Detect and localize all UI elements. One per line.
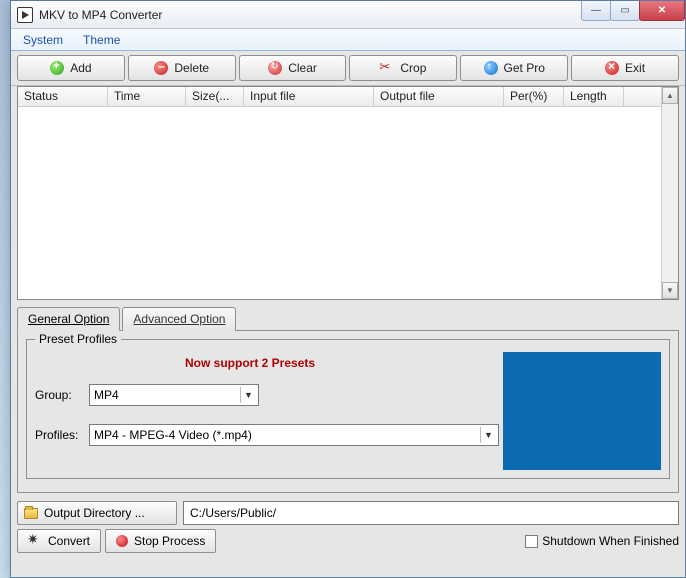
table-header: Status Time Size(... Input file Output f… (18, 87, 678, 107)
output-row: Output Directory ... C:/Users/Public/ (17, 501, 679, 525)
getpro-label: Get Pro (504, 61, 545, 75)
clear-icon (268, 61, 282, 75)
shutdown-checkbox[interactable] (525, 535, 538, 548)
window-title: MKV to MP4 Converter (39, 8, 582, 22)
option-tabs: General Option Advanced Option (17, 306, 679, 331)
menu-system[interactable]: System (13, 31, 73, 49)
output-directory-label: Output Directory ... (44, 506, 145, 520)
col-time[interactable]: Time (108, 87, 186, 106)
scroll-up-icon[interactable]: ▲ (662, 87, 678, 104)
add-label: Add (70, 61, 91, 75)
close-button[interactable]: ✕ (639, 1, 685, 21)
shutdown-label: Shutdown When Finished (542, 534, 679, 548)
output-directory-input[interactable]: C:/Users/Public/ (183, 501, 679, 525)
output-path: C:/Users/Public/ (190, 506, 276, 520)
tab-general[interactable]: General Option (17, 307, 120, 331)
group-select[interactable]: MP4 ▼ (89, 384, 259, 406)
exit-icon (605, 61, 619, 75)
col-status[interactable]: Status (18, 87, 108, 106)
chevron-down-icon: ▼ (480, 427, 496, 443)
preview-panel (503, 352, 661, 470)
add-button[interactable]: Add (17, 55, 125, 81)
preset-legend: Preset Profiles (35, 332, 121, 346)
clear-button[interactable]: Clear (239, 55, 347, 81)
maximize-button[interactable]: ▭ (610, 1, 640, 21)
tab-advanced[interactable]: Advanced Option (122, 307, 236, 331)
convert-button[interactable]: Convert (17, 529, 101, 553)
general-panel: Preset Profiles Now support 2 Presets Gr… (17, 331, 679, 493)
output-directory-button[interactable]: Output Directory ... (17, 501, 177, 525)
add-icon (50, 61, 64, 75)
toolbar: Add Delete Clear Crop Get Pro Exit (11, 51, 685, 86)
delete-icon (154, 61, 168, 75)
table-body[interactable] (18, 107, 678, 299)
scroll-down-icon[interactable]: ▼ (662, 282, 678, 299)
col-input[interactable]: Input file (244, 87, 374, 106)
minimize-button[interactable]: — (581, 1, 611, 21)
getpro-button[interactable]: Get Pro (460, 55, 568, 81)
preset-groupbox: Preset Profiles Now support 2 Presets Gr… (26, 339, 670, 479)
exit-button[interactable]: Exit (571, 55, 679, 81)
getpro-icon (484, 61, 498, 75)
action-row: Convert Stop Process Shutdown When Finis… (17, 529, 679, 553)
group-value: MP4 (94, 388, 119, 402)
exit-label: Exit (625, 61, 645, 75)
folder-icon (24, 508, 38, 519)
group-label: Group: (35, 388, 87, 402)
chevron-down-icon: ▼ (240, 387, 256, 403)
convert-icon (28, 534, 42, 548)
app-icon (17, 7, 33, 23)
col-output[interactable]: Output file (374, 87, 504, 106)
stop-label: Stop Process (134, 534, 205, 548)
col-per[interactable]: Per(%) (504, 87, 564, 106)
desktop-background-strip (0, 0, 10, 578)
titlebar[interactable]: MKV to MP4 Converter — ▭ ✕ (11, 1, 685, 29)
col-size[interactable]: Size(... (186, 87, 244, 106)
delete-label: Delete (174, 61, 209, 75)
profiles-value: MP4 - MPEG-4 Video (*.mp4) (94, 428, 252, 442)
crop-label: Crop (400, 61, 426, 75)
menu-theme[interactable]: Theme (73, 31, 130, 49)
profiles-select[interactable]: MP4 - MPEG-4 Video (*.mp4) ▼ (89, 424, 499, 446)
stop-button[interactable]: Stop Process (105, 529, 216, 553)
convert-label: Convert (48, 534, 90, 548)
bottom-block: Output Directory ... C:/Users/Public/ Co… (17, 501, 679, 553)
shutdown-checkbox-row[interactable]: Shutdown When Finished (525, 534, 679, 548)
vertical-scrollbar[interactable]: ▲ ▼ (661, 87, 678, 299)
clear-label: Clear (288, 61, 317, 75)
crop-icon (380, 61, 394, 75)
menubar: System Theme (11, 29, 685, 51)
col-length[interactable]: Length (564, 87, 624, 106)
scroll-track[interactable] (662, 104, 678, 282)
app-window: MKV to MP4 Converter — ▭ ✕ System Theme … (10, 0, 686, 578)
file-table: Status Time Size(... Input file Output f… (17, 86, 679, 300)
profiles-label: Profiles: (35, 428, 87, 442)
stop-icon (116, 535, 128, 547)
crop-button[interactable]: Crop (349, 55, 457, 81)
delete-button[interactable]: Delete (128, 55, 236, 81)
window-controls: — ▭ ✕ (582, 1, 685, 21)
